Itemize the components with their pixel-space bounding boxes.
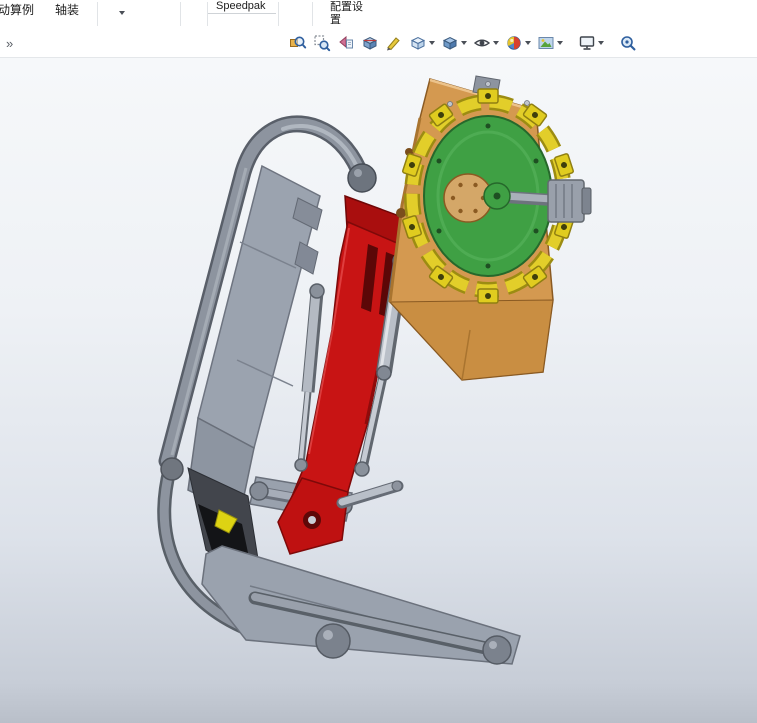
headsup-toolbar: »	[0, 29, 757, 58]
dropdown-caret[interactable]	[429, 41, 435, 45]
apply-scene-button[interactable]	[535, 32, 565, 54]
previous-view-icon	[339, 35, 353, 49]
zoom-to-fit-icon	[290, 36, 307, 49]
dynamic-annotation-views-button[interactable]	[383, 32, 405, 54]
ribbon-bar: 动算例 轴装 Speedpak 配置设置	[0, 0, 757, 30]
annotation-pencil-icon	[387, 37, 400, 51]
dropdown-caret[interactable]	[598, 41, 604, 45]
ribbon-tab-underline	[208, 13, 276, 14]
toolbar-overflow-chevron[interactable]: »	[6, 36, 13, 51]
ribbon-tab-axis-assembly[interactable]: 轴装	[55, 1, 79, 18]
section-view-icon	[362, 36, 378, 50]
ribbon-separator	[312, 2, 313, 26]
ribbon-separator	[180, 2, 181, 26]
appearance-ball-icon	[507, 36, 521, 50]
section-view-button[interactable]	[359, 32, 381, 54]
dropdown-caret[interactable]	[557, 41, 563, 45]
edit-appearance-button[interactable]	[503, 32, 533, 54]
ribbon-tab-speedpak[interactable]: Speedpak	[216, 0, 266, 12]
magnified-selection-button[interactable]	[617, 32, 639, 54]
ribbon-separator	[97, 2, 98, 26]
dropdown-caret[interactable]	[525, 41, 531, 45]
view-orientation-button[interactable]	[407, 32, 437, 54]
headsup-buttons-row	[286, 29, 640, 57]
zoom-to-fit-button[interactable]	[287, 32, 309, 54]
scene-picture-icon	[538, 37, 554, 49]
zoom-to-area-icon	[314, 35, 331, 52]
monitor-icon	[579, 36, 595, 50]
ribbon-separator	[278, 2, 279, 26]
display-style-button[interactable]	[439, 32, 469, 54]
view-orientation-cube-icon	[410, 36, 426, 50]
ribbon-tab-configuration[interactable]: 配置设置	[330, 1, 370, 26]
ribbon-tab-motion-study[interactable]: 动算例	[0, 1, 34, 18]
ribbon-dropdown-caret[interactable]	[119, 11, 125, 15]
eye-icon	[473, 39, 491, 47]
hide-show-items-button[interactable]	[471, 32, 501, 54]
assembly-model[interactable]	[0, 57, 757, 723]
magnifier-icon	[621, 36, 636, 51]
view-settings-button[interactable]	[576, 32, 606, 54]
previous-view-button[interactable]	[335, 32, 357, 54]
graphics-area[interactable]	[0, 57, 757, 723]
dropdown-caret[interactable]	[493, 41, 499, 45]
link-cylinder[interactable]	[336, 480, 404, 509]
display-style-cube-icon	[442, 36, 458, 50]
drive-motor[interactable]	[547, 179, 592, 223]
zoom-to-area-button[interactable]	[311, 32, 333, 54]
ribbon-separator	[207, 2, 208, 26]
dropdown-caret[interactable]	[461, 41, 467, 45]
